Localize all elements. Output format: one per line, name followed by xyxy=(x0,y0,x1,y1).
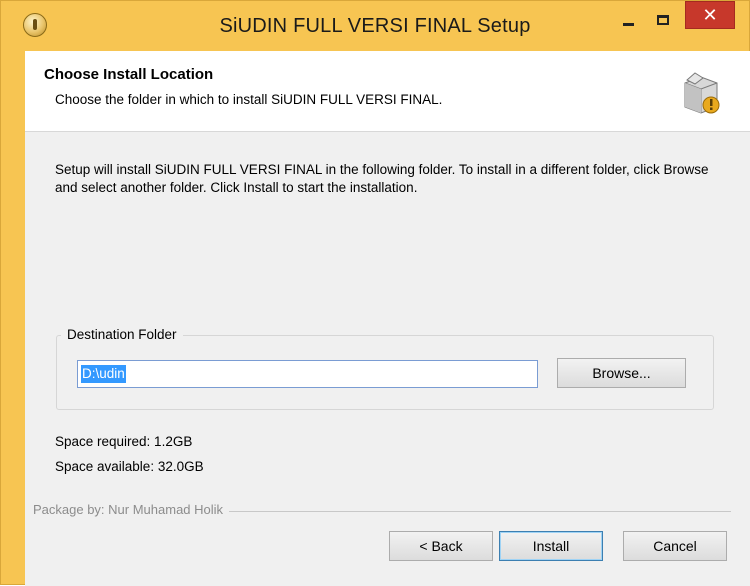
space-available: Space available: 32.0GB xyxy=(55,459,204,474)
dialog-client-area: Choose Install Location Choose the folde… xyxy=(25,51,750,586)
close-button[interactable]: ✕ xyxy=(685,1,735,29)
cancel-button[interactable]: Cancel xyxy=(623,531,727,561)
intro-text: Setup will install SiUDIN FULL VERSI FIN… xyxy=(55,162,709,195)
title-bar[interactable]: SiUDIN FULL VERSI FINAL Setup ✕ xyxy=(1,1,749,51)
maximize-button[interactable] xyxy=(646,7,680,33)
destination-path-value: D:\udin xyxy=(81,365,126,383)
installer-box-icon xyxy=(684,72,720,114)
destination-folder-label: Destination Folder xyxy=(61,327,183,342)
page-subtitle: Choose the folder in which to install Si… xyxy=(55,92,443,107)
browse-button[interactable]: Browse... xyxy=(557,358,686,388)
space-required: Space required: 1.2GB xyxy=(55,434,193,449)
close-icon: ✕ xyxy=(702,4,718,25)
minimize-icon xyxy=(622,22,634,26)
install-button[interactable]: Install xyxy=(499,531,603,561)
setup-window: SiUDIN FULL VERSI FINAL Setup ✕ Choose I… xyxy=(0,0,750,586)
page-header: Choose Install Location Choose the folde… xyxy=(25,51,750,132)
maximize-icon xyxy=(657,15,669,25)
minimize-button[interactable] xyxy=(611,7,645,33)
back-button[interactable]: < Back xyxy=(389,531,493,561)
branding-text: Package by: Nur Muhamad Holik xyxy=(33,502,230,517)
destination-path-input[interactable] xyxy=(77,360,538,388)
page-title: Choose Install Location xyxy=(44,66,214,83)
